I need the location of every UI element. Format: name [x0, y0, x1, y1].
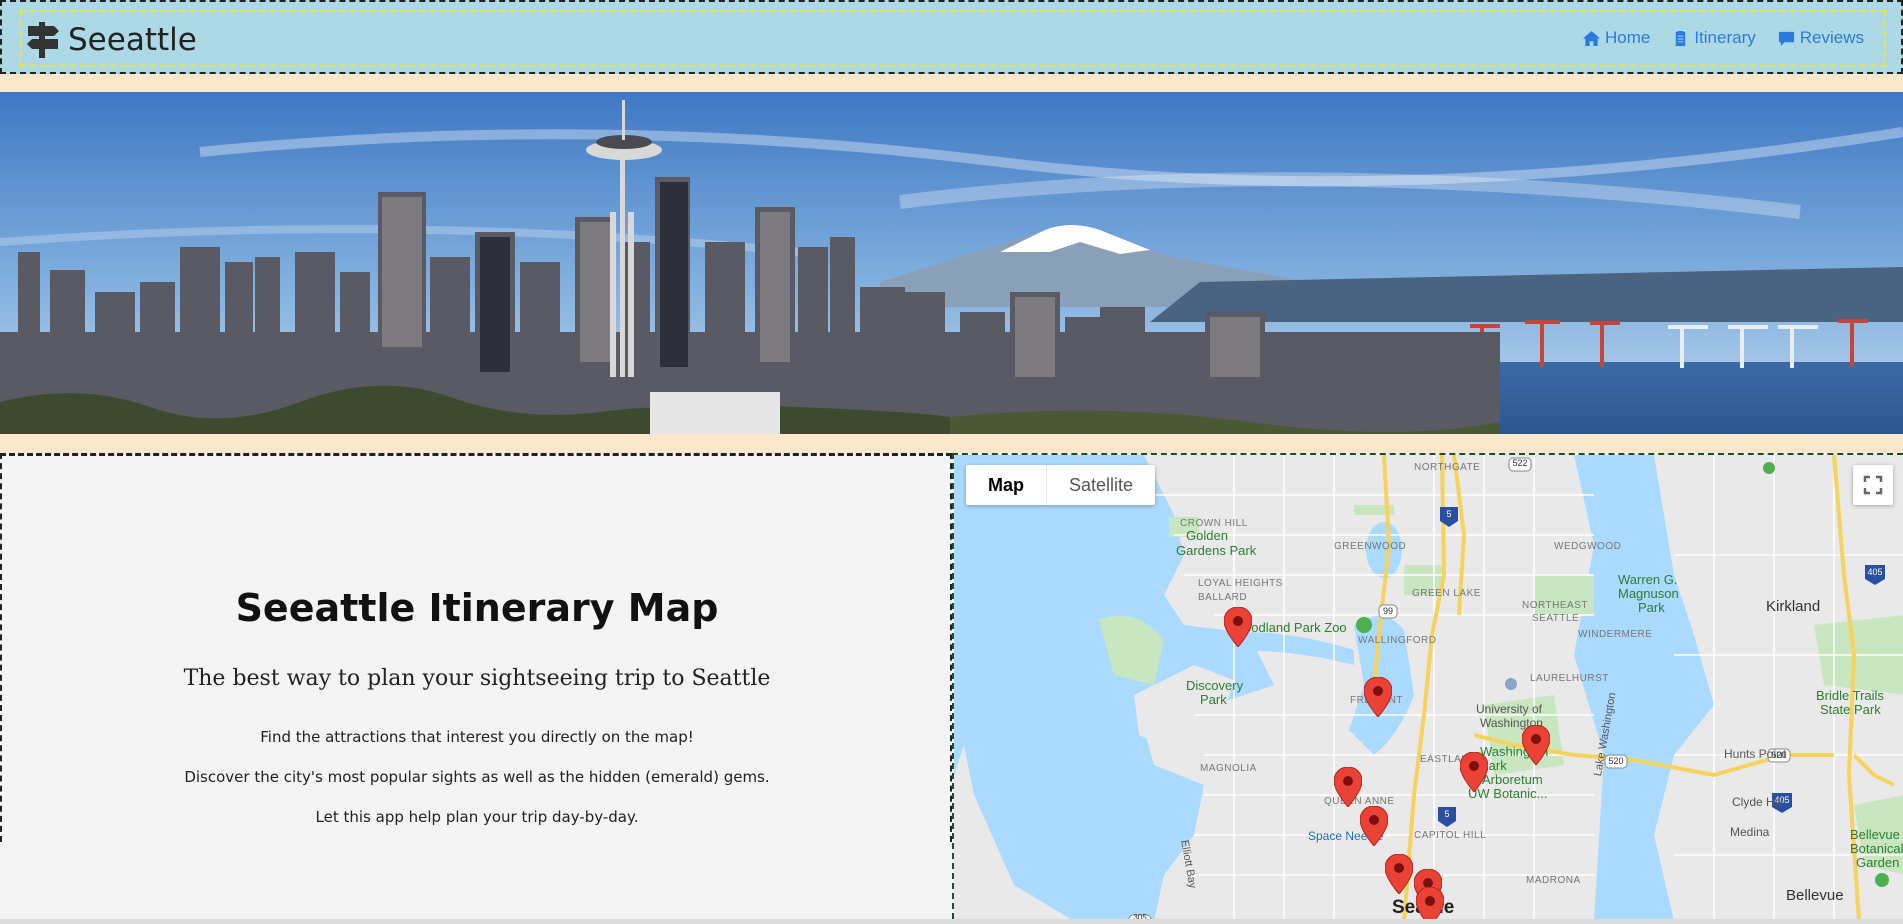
brand-name: Seeattle: [68, 22, 197, 58]
nav-reviews-label: Reviews: [1799, 28, 1864, 47]
brand[interactable]: Seeattle: [26, 20, 197, 60]
map-label-northgate: NORTHGATE: [1414, 462, 1481, 473]
route-shield-522: 522: [1512, 458, 1528, 468]
map-label-seattle-ne: SEATTLE: [1532, 613, 1580, 624]
nav-reviews-link[interactable]: Reviews: [1778, 28, 1864, 48]
map-label-bellevue-botanical-3: Garden: [1856, 855, 1900, 870]
map-label-greenwood: GREENWOOD: [1334, 541, 1407, 552]
map-label-bridle-2: State Park: [1820, 702, 1881, 717]
info-paragraph-1: Find the attractions that interest you d…: [260, 728, 694, 746]
navbar: Seeattle Home Itinerary Reviews: [0, 0, 1903, 74]
itinerary-map[interactable]: 522 5 99 405 520 520 405 5 305 NORTHGATE…: [952, 453, 1903, 919]
map-label-windermere: WINDERMERE: [1578, 629, 1653, 640]
map-type-control: Map Satellite: [966, 465, 1156, 505]
comment-icon: [1778, 31, 1794, 46]
map-label-bellevue-botanical-2: Botanical: [1850, 841, 1903, 856]
map-label-bellevue-botanical-1: Bellevue: [1850, 827, 1900, 842]
map-label-discovery-2: Park: [1200, 692, 1227, 707]
map-label-loyal-heights: LOYAL HEIGHTS: [1198, 578, 1283, 589]
attraction-marker[interactable]: [1522, 725, 1550, 765]
map-label-magnolia: MAGNOLIA: [1200, 763, 1257, 774]
map-label-ballard: BALLARD: [1198, 592, 1248, 603]
map-label-warren-1: Warren G.: [1618, 572, 1678, 587]
attraction-marker[interactable]: [1460, 752, 1488, 792]
skyline-illustration: [0, 92, 1903, 434]
map-label-clyde-hill: Clyde Hill: [1732, 795, 1783, 809]
map-label-warren-3: Park: [1638, 600, 1665, 615]
hero-skyline-image: [0, 92, 1903, 434]
attraction-marker[interactable]: [1385, 854, 1413, 894]
map-label-laurelhurst: LAURELHURST: [1530, 673, 1609, 684]
info-paragraph-2: Discover the city's most popular sights …: [184, 768, 770, 786]
route-shield-99: 99: [1382, 606, 1393, 616]
page-title: Seeattle Itinerary Map: [235, 586, 719, 630]
route-shield-520-west: 520: [1608, 756, 1624, 766]
home-icon: [1582, 30, 1600, 46]
attraction-marker[interactable]: [1364, 677, 1392, 717]
divider-strip: [0, 74, 1903, 92]
attraction-marker[interactable]: [1360, 806, 1388, 846]
bottom-scrollbar: [0, 919, 1903, 924]
map-label-madrona: MADRONA: [1526, 875, 1581, 886]
map-label-hunts-point: Hunts Point: [1724, 747, 1787, 761]
map-label-discovery-1: Discovery: [1186, 678, 1244, 693]
map-label-kirkland: Kirkland: [1766, 598, 1821, 615]
map-label-gardens-park: Gardens Park: [1176, 543, 1257, 558]
clipboard-icon: [1676, 30, 1686, 46]
signpost-icon: [27, 22, 59, 58]
map-label-golden: Golden: [1186, 528, 1228, 543]
map-label-northeast: NORTHEAST: [1522, 600, 1588, 611]
map-type-satellite-button[interactable]: Satellite: [1047, 465, 1155, 505]
divider-strip-2: [0, 434, 1903, 453]
map-label-green-lake: GREEN LAKE: [1412, 588, 1481, 599]
nav-home-link[interactable]: Home: [1582, 28, 1651, 48]
info-panel: Seeattle Itinerary Map The best way to p…: [0, 453, 952, 842]
route-shield-5-south: 5: [1444, 809, 1450, 819]
map-label-medina: Medina: [1730, 825, 1770, 839]
attraction-marker[interactable]: [1224, 607, 1252, 647]
nav-home-label: Home: [1604, 28, 1651, 47]
map-label-wedgwood: WEDGWOOD: [1554, 541, 1622, 552]
map-label-bellevue: Bellevue: [1786, 887, 1844, 904]
navbar-inner: Seeattle Home Itinerary Reviews: [20, 10, 1886, 67]
map-tiles: [954, 455, 1903, 919]
nav-itinerary-link[interactable]: Itinerary: [1672, 28, 1756, 48]
map-label-warren-2: Magnuson: [1618, 586, 1679, 601]
nav-links: Home Itinerary Reviews: [1582, 28, 1864, 48]
route-shield-5: 5: [1446, 509, 1452, 519]
map-label-wallingford: WALLINGFORD: [1358, 635, 1437, 646]
fullscreen-icon: [1863, 475, 1883, 495]
map-label-uw-1: University of: [1476, 702, 1543, 716]
nav-itinerary-label: Itinerary: [1694, 28, 1756, 47]
attraction-marker[interactable]: [1334, 767, 1362, 807]
route-shield-405: 405: [1867, 567, 1883, 577]
info-paragraph-3: Let this app help plan your trip day-by-…: [315, 808, 639, 826]
page-subtitle: The best way to plan your sightseeing tr…: [183, 666, 771, 691]
map-label-capitol-hill: CAPITOL HILL: [1414, 830, 1487, 841]
map-label-arboretum-1: Arboretum: [1482, 772, 1543, 787]
map-type-map-button[interactable]: Map: [966, 465, 1047, 505]
fullscreen-button[interactable]: [1853, 465, 1893, 505]
map-label-bridle-1: Bridle Trails: [1816, 688, 1884, 703]
attraction-marker[interactable]: [1416, 887, 1444, 919]
